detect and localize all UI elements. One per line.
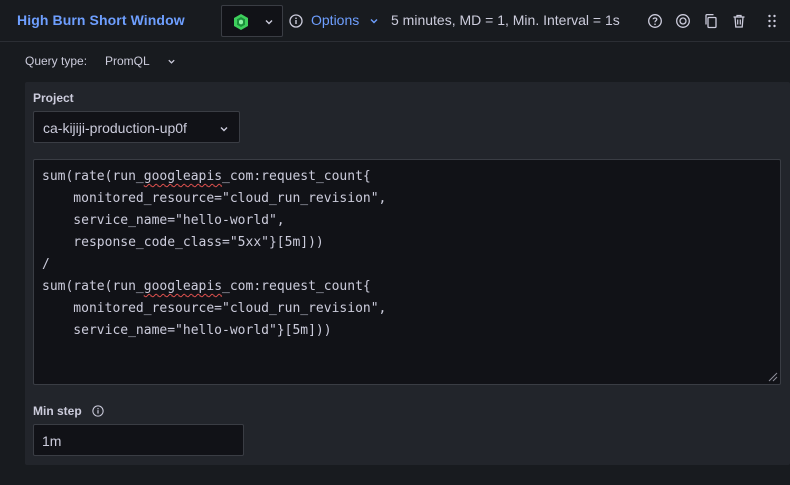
query-line: service_name="hello-world", — [42, 213, 285, 228]
promql-query-editor[interactable]: sum(rate(run_googleapis_com:request_coun… — [33, 159, 781, 385]
query-line: / — [42, 257, 50, 272]
help-icon[interactable] — [647, 13, 663, 29]
min-step-value: 1m — [42, 433, 62, 449]
options-summary[interactable]: 5 minutes, MD = 1, Min. Interval = 1s — [391, 12, 620, 28]
google-cloud-monitoring-icon — [234, 14, 248, 30]
drag-handle-icon[interactable] — [764, 13, 780, 29]
options-button[interactable]: Options — [311, 12, 359, 28]
datasource-picker[interactable] — [221, 5, 283, 37]
query-type-label: Query type: — [25, 54, 88, 68]
inspect-icon[interactable] — [675, 13, 691, 29]
info-icon[interactable] — [289, 14, 303, 28]
query-type-select[interactable]: PromQL — [105, 54, 150, 68]
min-step-label: Min step — [33, 404, 82, 418]
project-select[interactable]: ca-kijiji-production-up0f — [33, 111, 240, 143]
info-icon[interactable] — [92, 405, 104, 417]
query-line: sum(rate(run_googleapis_com:request_coun… — [42, 169, 371, 184]
copy-icon[interactable] — [703, 13, 719, 29]
chevron-down-icon — [220, 127, 228, 132]
query-title[interactable]: High Burn Short Window — [17, 12, 185, 28]
resize-handle-icon[interactable] — [767, 371, 778, 382]
query-line: response_code_class="5xx"}[5m])) — [42, 235, 324, 250]
project-value: ca-kijiji-production-up0f — [43, 120, 187, 136]
chevron-down-icon — [265, 20, 273, 25]
chevron-down-icon[interactable] — [369, 16, 379, 26]
query-text: sum(rate(run_googleapis_com:request_coun… — [42, 166, 386, 342]
min-step-input[interactable]: 1m — [33, 424, 244, 456]
query-line: monitored_resource="cloud_run_revision", — [42, 301, 387, 316]
project-label: Project — [33, 91, 74, 105]
delete-icon[interactable] — [731, 13, 747, 29]
query-row-header: High Burn Short Window Options 5 minutes… — [0, 0, 790, 42]
query-line: sum(rate(run_googleapis_com:request_coun… — [42, 279, 371, 294]
chevron-down-icon[interactable] — [167, 57, 176, 66]
query-line: monitored_resource="cloud_run_revision", — [42, 191, 387, 206]
query-line: service_name="hello-world"}[5m])) — [42, 323, 332, 338]
